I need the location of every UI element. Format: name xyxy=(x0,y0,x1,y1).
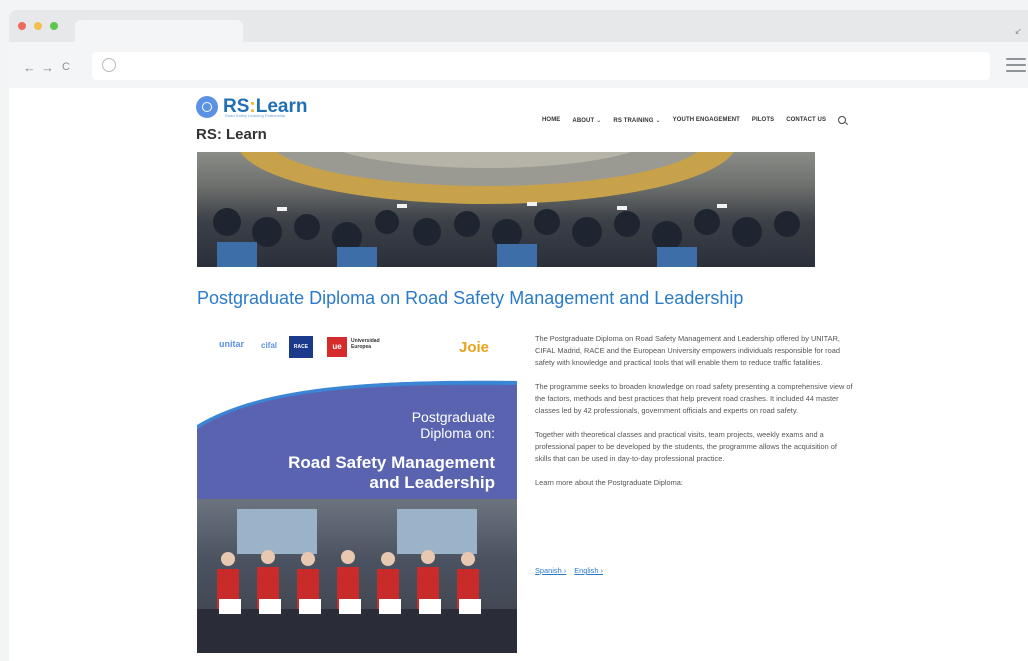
address-bar[interactable] xyxy=(92,52,990,80)
description: The Postgraduate Diploma on Road Safety … xyxy=(535,333,855,501)
forward-arrow-icon[interactable]: → xyxy=(41,60,54,75)
paragraph: Together with theoretical classes and pr… xyxy=(535,430,837,463)
page-title: Postgraduate Diploma on Road Safety Mana… xyxy=(197,288,744,308)
paragraph: Learn more about the Postgraduate Diplom… xyxy=(535,478,683,487)
window-controls xyxy=(18,22,58,30)
language-links: Spanish › English › xyxy=(535,566,611,575)
unitar-logo: unitar xyxy=(219,339,245,349)
cifal-logo: cifal xyxy=(261,341,278,350)
hamburger-menu-icon[interactable] xyxy=(1006,58,1026,72)
universidad-europea-logo: Universidad Europea xyxy=(351,338,380,350)
close-window-button[interactable] xyxy=(18,22,26,30)
joie-logo: Joie xyxy=(459,339,490,356)
nav-item-youth-engagement[interactable]: YOUTH ENGAGEMENT xyxy=(673,117,740,123)
site-title[interactable]: RS: Learn xyxy=(196,126,267,143)
english-link[interactable]: English › xyxy=(574,566,603,575)
maximize-window-button[interactable] xyxy=(50,22,58,30)
nav-item-home[interactable]: HOME xyxy=(542,117,560,123)
un-emblem-icon xyxy=(196,96,218,118)
nav-item-pilots[interactable]: PILOTS xyxy=(752,117,774,123)
globe-icon xyxy=(102,58,116,72)
browser-tab[interactable] xyxy=(75,20,243,42)
poster-subtitle: Postgraduate Diploma on: xyxy=(411,409,495,441)
web-page: RS:Learn Road Safety Learning Partnershi… xyxy=(9,88,1028,661)
poster-title: Road Safety Management and Leadership xyxy=(288,453,495,492)
back-arrow-icon[interactable]: ← xyxy=(23,60,36,75)
resize-icon[interactable]: ↙ xyxy=(1014,26,1022,37)
paragraph: The programme seeks to broaden knowledge… xyxy=(535,382,853,415)
graduates-photo xyxy=(197,499,517,653)
chevron-down-icon: ⌄ xyxy=(655,117,661,124)
race-logo: RACE xyxy=(289,336,313,358)
chevron-down-icon: ⌄ xyxy=(596,117,602,124)
main-nav: HOME ABOUT ⌄ RS TRAINING ⌄ YOUTH ENGAGEMEN… xyxy=(542,116,847,124)
paragraph: The Postgraduate Diploma on Road Safety … xyxy=(535,334,840,367)
ue-logo: ue xyxy=(327,337,347,357)
search-icon[interactable] xyxy=(838,116,847,124)
logo-tagline: Road Safety Learning Partnership xyxy=(225,113,286,118)
reload-icon[interactable]: C xyxy=(62,61,70,73)
hero-image xyxy=(197,152,815,267)
diploma-poster: unitar cifal RACE ue Universidad Europea … xyxy=(197,327,517,653)
spanish-link[interactable]: Spanish › xyxy=(535,566,566,575)
minimize-window-button[interactable] xyxy=(34,22,42,30)
nav-item-contact-us[interactable]: CONTACT US xyxy=(786,117,826,123)
nav-item-rs-training[interactable]: RS TRAINING ⌄ xyxy=(613,117,660,124)
nav-item-about[interactable]: ABOUT ⌄ xyxy=(572,117,601,124)
